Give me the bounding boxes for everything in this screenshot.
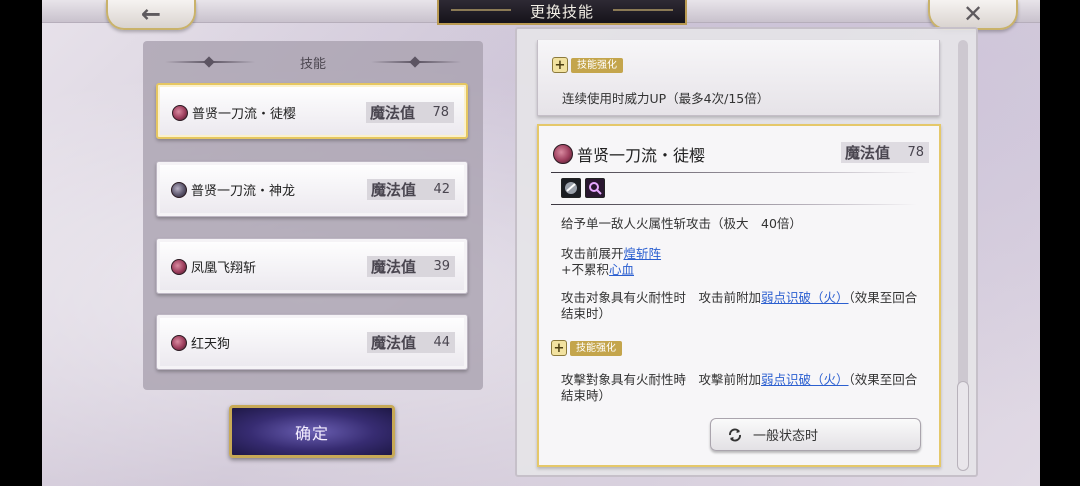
mp-cost: 魔法值 44 bbox=[367, 332, 455, 353]
effect-text: 攻擊對象具有火耐性時 攻擊前附加 bbox=[561, 372, 762, 387]
keyword-link[interactable]: 心血 bbox=[609, 262, 634, 277]
keyword-link[interactable]: 弱点识破（火） bbox=[761, 372, 849, 387]
skill-name: 普贤一刀流・神龙 bbox=[191, 184, 296, 199]
mp-value: 44 bbox=[433, 335, 450, 350]
screen-title-plate: 更换技能 bbox=[437, 0, 687, 25]
effect-line-4: 攻击对象具有火耐性时 攻击前附加弱点识破（火）（效果至回合结束时） bbox=[561, 290, 923, 322]
skill-item-4[interactable]: 红天狗 魔法值 44 bbox=[156, 314, 468, 370]
title-ornament-left bbox=[451, 9, 511, 11]
skill-enhance-badge: + 技能强化 bbox=[551, 340, 622, 356]
enhance-description: 连续使用时威力UP（最多4次/15倍） bbox=[562, 91, 770, 106]
close-button[interactable]: ✕ bbox=[928, 0, 1018, 30]
header-ornament-right bbox=[371, 61, 461, 63]
plus-icon: + bbox=[551, 340, 567, 356]
mp-value: 42 bbox=[433, 182, 450, 197]
skill-orb-icon bbox=[171, 182, 187, 198]
badge-label: 技能强化 bbox=[571, 57, 623, 73]
keyword-link[interactable]: 煌斩阵 bbox=[624, 246, 662, 261]
effect-text: 攻击对象具有火耐性时 攻击前附加 bbox=[561, 290, 762, 305]
right-letterbox bbox=[1040, 0, 1080, 486]
effect-line-1: 给予单一敌人火属性斩攻击（极大 40倍） bbox=[561, 216, 802, 231]
back-button[interactable]: ← bbox=[106, 0, 196, 30]
mp-label: 魔法值 bbox=[371, 334, 417, 352]
mp-value: 78 bbox=[907, 145, 924, 160]
confirm-button[interactable]: 确定 bbox=[229, 405, 395, 458]
keyword-link[interactable]: 弱点识破（火） bbox=[761, 290, 849, 305]
mp-cost: 魔法值 42 bbox=[367, 179, 455, 200]
divider bbox=[551, 172, 917, 173]
screen-title: 更换技能 bbox=[529, 3, 594, 21]
detail-skill-name: 普贤一刀流・徒樱 bbox=[577, 146, 706, 165]
scrollbar-thumb[interactable] bbox=[958, 382, 968, 470]
badge-label: 技能强化 bbox=[570, 340, 622, 356]
effect-text: +不累积 bbox=[561, 262, 609, 277]
skill-item-1[interactable]: 普贤一刀流・徒樱 魔法值 78 bbox=[156, 83, 468, 139]
skill-item-3[interactable]: 凤凰飞翔斩 魔法值 39 bbox=[156, 238, 468, 294]
mp-label: 魔法值 bbox=[371, 181, 417, 199]
mp-value: 78 bbox=[432, 105, 449, 120]
mp-value: 39 bbox=[433, 259, 450, 274]
skill-orb-icon bbox=[171, 259, 187, 275]
skill-name: 红天狗 bbox=[191, 337, 231, 352]
state-toggle-label: 一般状态时 bbox=[753, 429, 819, 444]
skill-item-2[interactable]: 普贤一刀流・神龙 魔法值 42 bbox=[156, 161, 468, 217]
effect-line-2: 攻击前展开煌斩阵 bbox=[561, 246, 923, 262]
mp-cost: 魔法值 39 bbox=[367, 256, 455, 277]
back-arrow-icon: ← bbox=[140, 0, 162, 28]
mp-cost: 魔法值 78 bbox=[366, 102, 454, 123]
weak-point-icon[interactable] bbox=[585, 178, 605, 198]
skill-orb-icon bbox=[172, 105, 188, 121]
attack-type-icon[interactable] bbox=[561, 178, 581, 198]
skill-name: 凤凰飞翔斩 bbox=[191, 261, 257, 276]
skill-name: 普贤一刀流・徒樱 bbox=[192, 107, 297, 122]
effect-line-3: +不累积心血 bbox=[561, 262, 923, 278]
refresh-icon bbox=[729, 427, 741, 442]
effect-text: 攻击前展开 bbox=[561, 246, 624, 261]
title-ornament-right bbox=[613, 9, 673, 11]
skill-enhance-badge: + 技能强化 bbox=[552, 57, 623, 73]
previous-skill-card: + 技能强化 连续使用时威力UP（最多4次/15倍） bbox=[537, 40, 940, 116]
selected-skill-detail: 普贤一刀流・徒樱 魔法值 78 给予单一敌人火属性斩攻击（极大 40倍） 攻击前… bbox=[537, 124, 941, 467]
left-letterbox bbox=[0, 0, 42, 486]
close-icon: ✕ bbox=[962, 0, 984, 28]
divider bbox=[551, 204, 917, 205]
mp-label: 魔法值 bbox=[845, 144, 891, 162]
state-toggle-button[interactable]: 一般状态时 bbox=[710, 418, 921, 451]
skill-orb-icon bbox=[171, 335, 187, 351]
skill-orb-icon bbox=[553, 144, 573, 164]
mp-label: 魔法值 bbox=[370, 104, 416, 122]
plus-icon: + bbox=[552, 57, 568, 73]
mp-label: 魔法值 bbox=[371, 258, 417, 276]
skill-attribute-icons bbox=[561, 178, 605, 198]
skill-list-panel: 技能 普贤一刀流・徒樱 魔法值 78 普贤一刀流・神龙 魔法值 42 凤凰飞翔斩… bbox=[143, 41, 483, 390]
detail-mp-cost: 魔法值 78 bbox=[841, 142, 929, 163]
effect-line-5: 攻擊對象具有火耐性時 攻擊前附加弱点识破（火）（效果至回合結束時） bbox=[561, 372, 923, 404]
